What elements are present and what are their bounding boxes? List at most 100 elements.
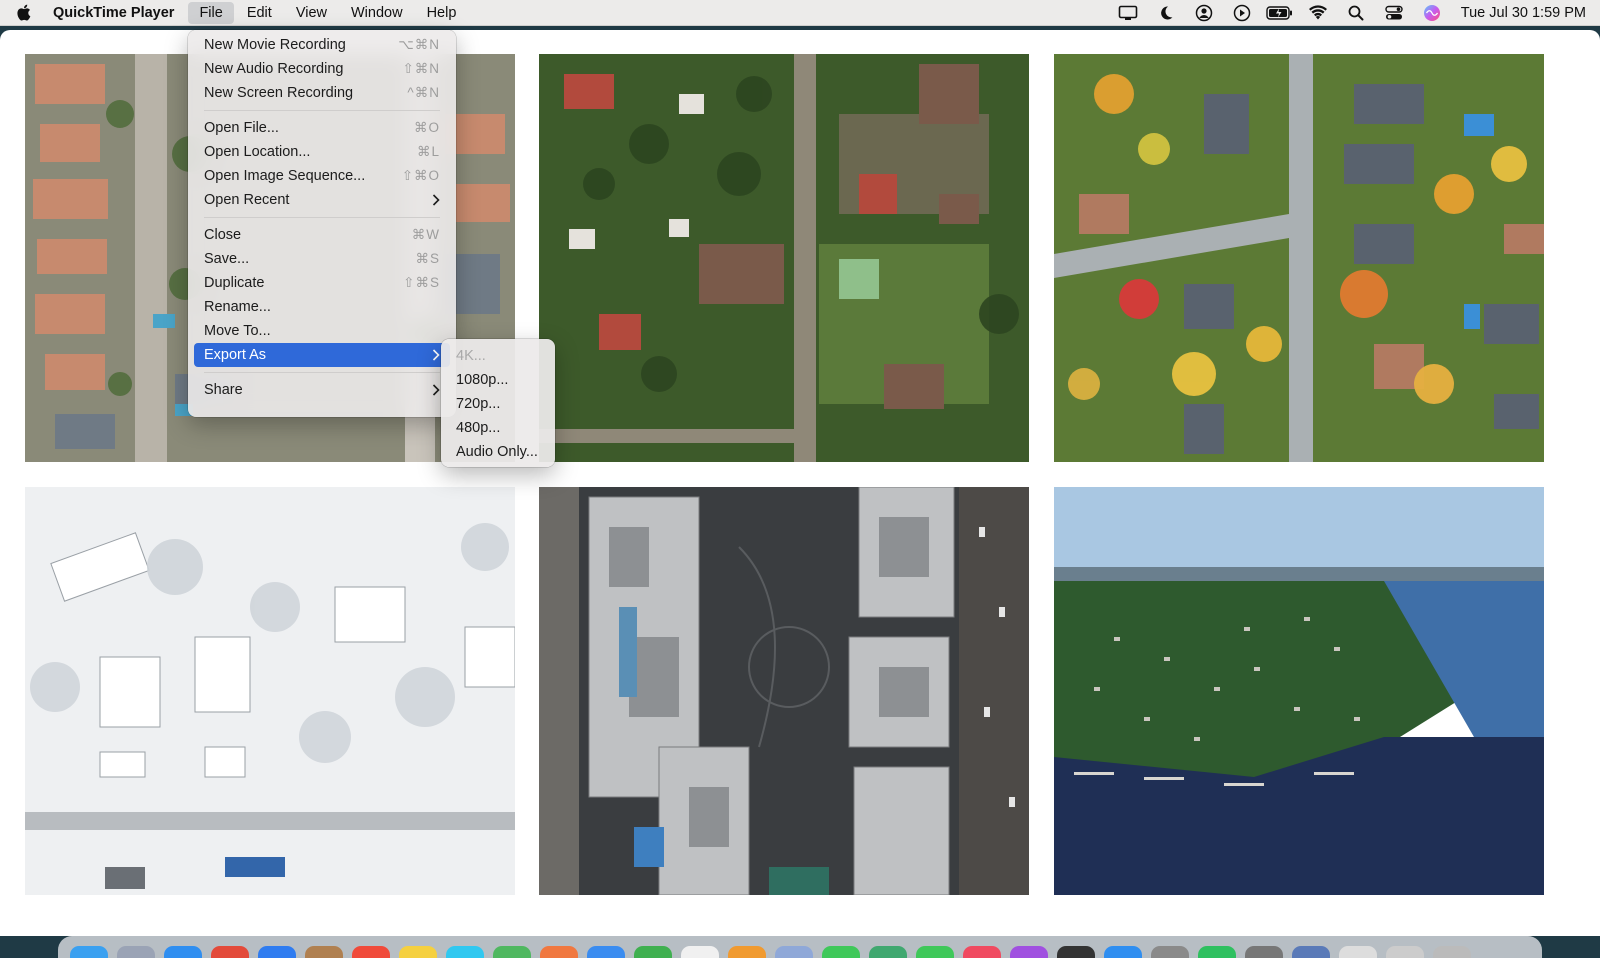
messages-dock-icon[interactable] bbox=[916, 946, 954, 958]
video-thumbnail-city-towers[interactable] bbox=[539, 487, 1029, 895]
video-thumbnail-snowy-houses[interactable] bbox=[25, 487, 515, 895]
menu-item-move-to[interactable]: Move To... bbox=[194, 319, 450, 343]
menu-item-label: Rename... bbox=[204, 299, 271, 315]
freeform-dock-icon[interactable] bbox=[681, 946, 719, 958]
mail-dock-icon[interactable] bbox=[258, 946, 296, 958]
dock bbox=[58, 936, 1542, 958]
menu-item-new-audio-recording[interactable]: New Audio Recording ⇧⌘N bbox=[194, 57, 450, 81]
app-store-dock-icon[interactable] bbox=[1104, 946, 1142, 958]
menu-item-open-image-sequence[interactable]: Open Image Sequence... ⇧⌘O bbox=[194, 164, 450, 188]
photos-dock-icon[interactable] bbox=[540, 946, 578, 958]
menu-separator bbox=[204, 372, 440, 373]
spotlight-search-icon[interactable] bbox=[1337, 0, 1375, 26]
downloads-dock-icon[interactable] bbox=[1339, 946, 1377, 958]
wifi-icon[interactable] bbox=[1299, 0, 1337, 26]
app-dock-icon[interactable] bbox=[1292, 946, 1330, 958]
safari-dock-icon[interactable] bbox=[164, 946, 202, 958]
menu-item-open-recent[interactable]: Open Recent bbox=[194, 188, 450, 212]
menu-view[interactable]: View bbox=[285, 2, 338, 24]
menu-edit[interactable]: Edit bbox=[236, 2, 283, 24]
menu-item-save[interactable]: Save... ⌘S bbox=[194, 247, 450, 271]
menu-separator bbox=[204, 110, 440, 111]
menubar-clock[interactable]: Tue Jul 30 1:59 PM bbox=[1461, 5, 1586, 21]
menu-item-open-location[interactable]: Open Location... ⌘L bbox=[194, 140, 450, 164]
menu-item-label: New Audio Recording bbox=[204, 61, 344, 77]
menu-help[interactable]: Help bbox=[416, 2, 468, 24]
menu-app-name[interactable]: QuickTime Player bbox=[47, 2, 186, 24]
menu-item-share[interactable]: Share bbox=[194, 378, 450, 402]
trash-dock-icon[interactable] bbox=[1433, 946, 1471, 958]
menu-item-label: Close bbox=[204, 227, 242, 243]
spotify-dock-icon[interactable] bbox=[1198, 946, 1236, 958]
export-option-480p[interactable]: 480p... bbox=[441, 416, 555, 440]
export-as-submenu: 4K... 1080p... 720p... 480p... Audio Only... bbox=[441, 339, 555, 467]
keynote-dock-icon[interactable] bbox=[587, 946, 625, 958]
menu-file[interactable]: File bbox=[188, 1, 234, 24]
menu-item-label: Move To... bbox=[204, 323, 271, 339]
chevron-right-icon bbox=[430, 194, 440, 206]
menu-item-shortcut: ⇧⌘S bbox=[403, 275, 440, 290]
menu-window[interactable]: Window bbox=[340, 2, 414, 24]
display-icon[interactable] bbox=[1109, 0, 1147, 26]
menu-item-label: New Screen Recording bbox=[204, 85, 354, 101]
documents-dock-icon[interactable] bbox=[1386, 946, 1424, 958]
maps-dock-icon[interactable] bbox=[493, 946, 531, 958]
menu-item-label: New Movie Recording bbox=[204, 37, 346, 53]
preview-dock-icon[interactable] bbox=[775, 946, 813, 958]
menu-item-new-screen-recording[interactable]: New Screen Recording ^⌘N bbox=[194, 81, 450, 105]
finder-dock-icon[interactable] bbox=[70, 946, 108, 958]
terminal-dock-icon[interactable] bbox=[1057, 946, 1095, 958]
user-account-icon[interactable] bbox=[1185, 0, 1223, 26]
video-thumbnail-autumn-neighborhood[interactable] bbox=[1054, 54, 1544, 462]
menu-item-label: Share bbox=[204, 382, 243, 398]
numbers-dock-icon[interactable] bbox=[634, 946, 672, 958]
slack-dock-icon[interactable] bbox=[869, 946, 907, 958]
menu-item-shortcut: ⇧⌘N bbox=[402, 61, 440, 76]
menu-item-label: Save... bbox=[204, 251, 250, 267]
menu-item-export-as[interactable]: Export As bbox=[194, 343, 450, 367]
menu-item-label: Open Location... bbox=[204, 144, 311, 160]
menu-item-open-file[interactable]: Open File... ⌘O bbox=[194, 116, 450, 140]
reminders-dock-icon[interactable] bbox=[446, 946, 484, 958]
control-center-icon[interactable] bbox=[1375, 0, 1413, 26]
contacts-dock-icon[interactable] bbox=[305, 946, 343, 958]
music-dock-icon[interactable] bbox=[963, 946, 1001, 958]
menu-item-shortcut: ⌘W bbox=[411, 227, 440, 242]
quicktime-dock-icon[interactable] bbox=[1245, 946, 1283, 958]
export-option-1080p[interactable]: 1080p... bbox=[441, 368, 555, 392]
menu-item-shortcut: ⌘O bbox=[413, 120, 440, 135]
menu-separator bbox=[204, 217, 440, 218]
video-thumbnail-green-village[interactable] bbox=[539, 54, 1029, 462]
podcasts-dock-icon[interactable] bbox=[1010, 946, 1048, 958]
export-option-audio-only[interactable]: Audio Only... bbox=[441, 440, 555, 464]
notes-dock-icon[interactable] bbox=[399, 946, 437, 958]
chevron-right-icon bbox=[430, 384, 440, 396]
export-option-720p[interactable]: 720p... bbox=[441, 392, 555, 416]
battery-icon[interactable] bbox=[1261, 0, 1299, 26]
menu-item-label: Open Recent bbox=[204, 192, 290, 208]
pages-dock-icon[interactable] bbox=[728, 946, 766, 958]
menu-item-new-movie-recording[interactable]: New Movie Recording ⌥⌘N bbox=[194, 33, 450, 57]
siri-icon[interactable] bbox=[1413, 0, 1451, 26]
calendar-dock-icon[interactable] bbox=[352, 946, 390, 958]
menu-item-label: Open File... bbox=[204, 120, 279, 136]
launchpad-dock-icon[interactable] bbox=[117, 946, 155, 958]
video-thumbnail-lakeside[interactable] bbox=[1054, 487, 1544, 895]
apple-menu-icon[interactable] bbox=[0, 0, 46, 25]
chrome-dock-icon[interactable] bbox=[211, 946, 249, 958]
menu-item-close[interactable]: Close ⌘W bbox=[194, 223, 450, 247]
menu-item-shortcut: ^⌘N bbox=[407, 85, 440, 100]
system-settings-dock-icon[interactable] bbox=[1151, 946, 1189, 958]
menu-item-duplicate[interactable]: Duplicate ⇧⌘S bbox=[194, 271, 450, 295]
menu-item-label: Export As bbox=[204, 347, 267, 363]
facetime-dock-icon[interactable] bbox=[822, 946, 860, 958]
export-option-4k: 4K... bbox=[456, 348, 486, 364]
file-menu-dropdown: New Movie Recording ⌥⌘N New Audio Recordin… bbox=[188, 30, 456, 417]
menu-bar: QuickTime Player File Edit View Window H… bbox=[0, 0, 1600, 26]
focus-moon-icon[interactable] bbox=[1147, 0, 1185, 26]
chevron-right-icon bbox=[430, 349, 440, 361]
menu-item-rename[interactable]: Rename... bbox=[194, 295, 450, 319]
menu-item-shortcut: ⌥⌘N bbox=[398, 37, 440, 52]
menu-item-shortcut: ⇧⌘O bbox=[401, 168, 440, 183]
play-circle-icon[interactable] bbox=[1223, 0, 1261, 26]
